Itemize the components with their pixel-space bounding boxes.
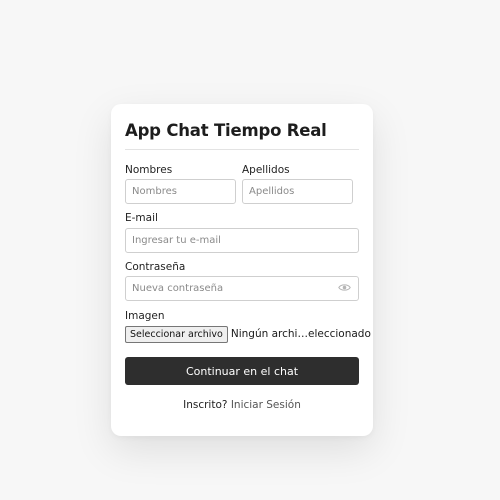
apellidos-label: Apellidos (242, 164, 290, 176)
login-prompt: Inscrito? Iniciar Sesión (111, 399, 373, 411)
nombres-input[interactable] (125, 179, 236, 204)
form-title: App Chat Tiempo Real (125, 121, 327, 140)
password-input[interactable] (125, 276, 359, 301)
nombres-label: Nombres (125, 164, 173, 176)
email-label: E-mail (125, 212, 158, 224)
password-label: Contraseña (125, 261, 186, 273)
image-label: Imagen (125, 310, 165, 322)
file-status: Ningún archi…eleccionado (230, 328, 371, 340)
title-divider (125, 149, 359, 150)
footer-prompt-text: Inscrito? (183, 399, 228, 411)
email-input[interactable] (125, 228, 359, 253)
login-link[interactable]: Iniciar Sesión (231, 399, 301, 411)
signup-card: App Chat Tiempo Real Nombres Apellidos E… (111, 104, 373, 436)
eye-icon[interactable] (338, 283, 351, 292)
file-input[interactable]: Seleccionar archivo Ningún archi…eleccio… (125, 325, 371, 343)
select-file-button[interactable]: Seleccionar archivo (125, 325, 228, 343)
continue-chat-button[interactable]: Continuar en el chat (125, 357, 359, 385)
apellidos-input[interactable] (242, 179, 353, 204)
